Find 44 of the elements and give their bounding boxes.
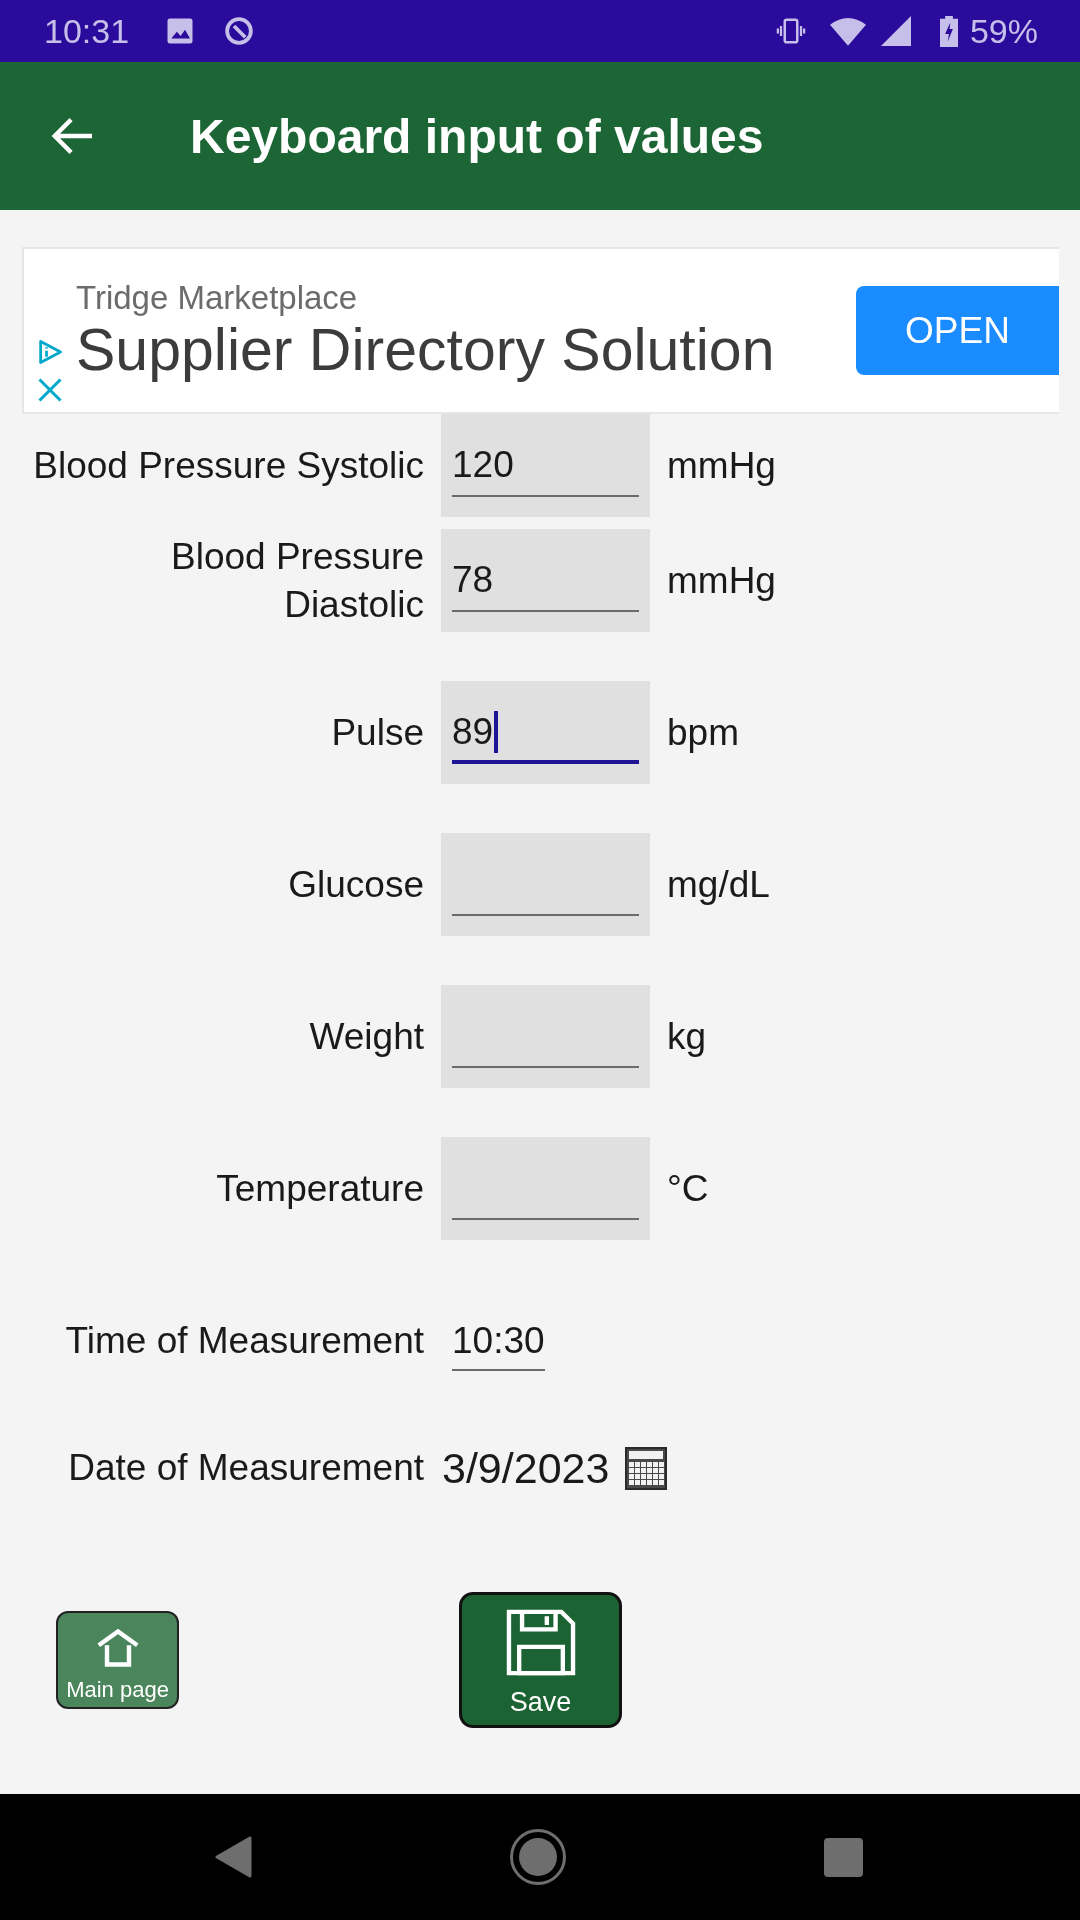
image-icon [165,16,196,46]
input-field[interactable] [441,1137,650,1240]
back-arrow-icon[interactable] [50,116,94,156]
unit-label: bpm [667,710,740,755]
field-label: Blood Pressure Systolic [32,443,424,488]
ad-choices-icon[interactable] [36,338,64,366]
field-label: Date of Measurement [67,1446,424,1490]
input-field[interactable]: 89 [441,681,650,784]
field-label: Pulse [330,710,424,755]
home-icon[interactable] [510,1829,566,1885]
status-time: 10:31 [44,11,130,51]
circle-slash-icon [224,16,255,46]
input-field[interactable] [441,985,650,1088]
field-label: Glucose [287,862,424,907]
back-icon[interactable] [215,1836,252,1878]
unit-label: mmHg [667,558,777,603]
field-label: Weight [308,1014,424,1059]
unit-label: °C [667,1166,710,1211]
input-field[interactable]: 78 [441,529,650,632]
wifi-icon [829,16,866,46]
input-field[interactable] [441,833,650,936]
signal-icon [880,16,911,46]
time-field[interactable]: 10:30 [452,1317,545,1371]
screen-title: Keyboard input of values [190,108,764,164]
house-icon [95,1628,140,1668]
recents-icon[interactable] [824,1837,863,1877]
field-label: Temperature [215,1166,424,1211]
ad-advertiser: Tridge Marketplace [76,278,359,317]
battery-icon [939,15,958,47]
unit-label: mg/dL [667,862,771,907]
unit-label: kg [667,1014,708,1059]
battery-level: 59% [969,11,1038,51]
field-label: Blood Pressure Diastolic [170,534,424,627]
date-field[interactable]: 3/9/2023 [442,1442,610,1494]
calendar-icon[interactable] [625,1446,668,1490]
unit-label: mmHg [667,443,777,488]
home-button[interactable]: Main page [56,1611,179,1709]
field-label: Time of Measurement [64,1319,424,1363]
text-cursor [494,711,499,753]
save-button[interactable]: Save [459,1592,622,1728]
vibrate-icon [775,16,806,46]
close-icon[interactable] [36,376,64,404]
ad-headline: Supplier Directory Solution [76,316,776,383]
input-field[interactable]: 120 [441,414,650,517]
